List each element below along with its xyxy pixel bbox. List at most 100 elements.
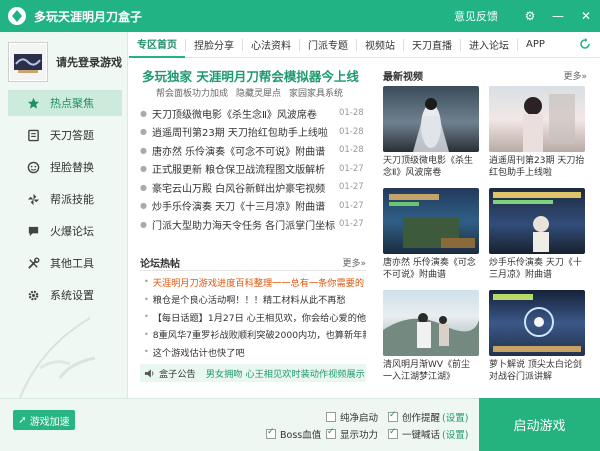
sidebar: 请先登录游戏 热点聚焦 天刀答题 捏脸替换 帮派技能 火爆论坛 其他工具 系统设… [0,32,128,398]
chat-bubble-icon [26,224,40,238]
create-remind-settings-link[interactable]: (设置) [442,410,468,424]
sidebar-item-system-settings[interactable]: 系统设置 [8,282,122,308]
news-item[interactable]: ● 正式服更新 粮仓保卫战流程图文版解析 01-27 [140,160,366,179]
notice-label: 盒子公告 [159,369,196,380]
profile[interactable]: 请先登录游戏 [8,40,124,84]
book-icon [26,128,40,142]
sidebar-item-quiz[interactable]: 天刀答题 [8,122,122,148]
subhead-link[interactable]: 隐藏灵犀点 [236,86,281,99]
bullet-icon: ● [140,145,147,155]
bullet-icon: ● [140,127,147,137]
news-item[interactable]: ● 逍遥周刊第23期 天刀抬红包助手上线啦 01-28 [140,123,366,142]
sidebar-item-label: 帮派技能 [50,193,94,206]
face-icon [26,160,40,174]
news-list: ● 天刀顶级微电影《杀生念Ⅱ》风波席卷 01-28 ● 逍遥周刊第23期 天刀抬红包助… [140,104,366,234]
bamboo-decoration [19,317,96,398]
video-thumbnail[interactable] [489,290,585,356]
notice-bar: 盒子公告 男女拥吻 心王相见欢时装动作视频展示 [140,364,366,382]
avatar [8,42,48,82]
pure-start-option[interactable]: 纯净启动 [326,410,378,424]
video-thumbnail[interactable] [489,86,585,152]
refresh-icon[interactable] [578,37,592,51]
subhead-link[interactable]: 家园家具系统 [289,86,343,99]
bullet-icon: ● [140,182,147,192]
show-power-checkbox[interactable] [326,427,336,439]
feedback-link[interactable]: 意见反馈 [454,8,498,24]
one-key-shout-option[interactable]: 一键喊话 (设置) [388,427,468,441]
news-item[interactable]: ● 豪宅云山万殿 白风谷新鲜出炉豪宅视频 01-27 [140,178,366,197]
video-more-link[interactable]: 更多» [563,69,587,82]
sidebar-item-label: 天刀答题 [50,129,94,142]
game-speed-button[interactable]: ➚ 游戏加速 [13,410,75,430]
news-item[interactable]: ● 天刀顶级微电影《杀生念Ⅱ》风波席卷 01-28 [140,104,366,123]
tab-heart-method[interactable]: 心法资料 [243,32,299,58]
forum-item[interactable]: • 这个游戏估计也快了吧 [144,343,366,361]
video-card[interactable]: 炒手乐伶演奏 天刀《十三月凉》附曲谱 [489,188,585,281]
video-thumbnail[interactable] [383,188,479,254]
create-remind-checkbox[interactable] [388,410,398,422]
video-thumbnail[interactable] [383,290,479,356]
tab-home[interactable]: 专区首页 [129,32,185,58]
login-prompt[interactable]: 请先登录游戏 [56,54,122,70]
sidebar-item-guild-skills[interactable]: 帮派技能 [8,186,122,212]
title-bar: 多玩天涯明月刀盒子 意见反馈 ⚙ — ✕ [0,0,600,32]
video-card[interactable]: 清风明月渐WV《前尘一入江湖梦江湖》 [383,290,479,383]
show-power-option[interactable]: 显示功力 [326,427,378,441]
video-thumbnail[interactable] [383,86,479,152]
pure-start-checkbox[interactable] [326,412,336,422]
subhead-link[interactable]: 帮会面板功力加成 [156,86,228,99]
tab-live[interactable]: 天刀直播 [404,32,460,58]
tab-app[interactable]: APP [518,32,553,58]
video-card[interactable]: 唐亦然 乐伶演奏《可念不可说》附曲谱 [383,188,479,281]
bullet-icon: ● [140,201,147,211]
app-title: 多玩天涯明月刀盒子 [34,9,143,24]
bullet-icon: ● [140,108,147,118]
sidebar-item-face-replace[interactable]: 捏脸替换 [8,154,122,180]
forum-header: 论坛热帖 更多» [140,254,366,270]
headline-link[interactable]: 多玩独家 天涯明月刀帮会模拟器今上线 [142,66,368,85]
news-item[interactable]: ● 炒手乐伶演奏 天刀《十三月凉》附曲谱 01-27 [140,197,366,216]
tab-enter-forum[interactable]: 进入论坛 [461,32,517,58]
close-icon[interactable]: ✕ [572,0,600,32]
notice-link[interactable]: 男女拥吻 心王相见欢时装动作视频展示 [206,366,365,380]
sidebar-item-other-tools[interactable]: 其他工具 [8,250,122,276]
forum-more-link[interactable]: 更多» [342,256,366,269]
forum-list: • 天涯明月刀游戏进度百科整理一一总有一条你需要的 • 粮仓是个良心活动啊！！！精工… [144,273,366,361]
forum-item[interactable]: • 【每日话题】1月27日 心王相见欢，你会给心爱的他/她 [144,308,366,326]
tab-sect-topic[interactable]: 门派专题 [300,32,356,58]
bullet-icon: • [144,347,149,357]
video-card[interactable]: 萝卜解说 顶尖太白论剑对战谷门派讲解 [489,290,585,383]
video-card[interactable]: 天刀顶级微电影《杀生念Ⅱ》风波席卷 [383,86,479,179]
video-thumbnail[interactable] [489,188,585,254]
start-game-button[interactable]: 启动游戏 [479,398,600,451]
video-caption: 唐亦然 乐伶演奏《可念不可说》附曲谱 [383,258,476,280]
forum-item[interactable]: •8重风华7重罗衫战败顺利突破2000内功，也算新年新气象 [144,326,366,344]
tools-icon [26,256,40,270]
video-card[interactable]: 逍遥周刊第23期 天刀抬红包助手上线啦 [489,86,585,179]
tab-face-share[interactable]: 捏脸分享 [186,32,242,58]
one-key-shout-checkbox[interactable] [388,427,398,439]
forum-title: 论坛热帖 [140,258,180,270]
pinwheel-icon [26,192,40,206]
forum-item[interactable]: • 粮仓是个良心活动啊！！！精工材料从此不再愁 [144,291,366,309]
video-caption: 逍遥周刊第23期 天刀抬红包助手上线啦 [489,156,585,178]
one-key-shout-settings-link[interactable]: (设置) [442,427,468,441]
news-item[interactable]: ● 门派大型助力海天令任务 各门派掌门坐标 01-27 [140,215,366,234]
sidebar-item-label: 热点聚焦 [50,97,94,110]
create-remind-option[interactable]: 创作提醒 (设置) [388,410,468,424]
speaker-icon [144,368,156,379]
bullet-icon: ● [140,219,147,229]
sidebar-item-hot-focus[interactable]: 热点聚焦 [8,90,122,116]
settings-gear-icon[interactable]: ⚙ [516,0,544,32]
tab-bar: 专区首页 捏脸分享 心法资料 门派专题 视频站 天刀直播 进入论坛 APP [129,32,600,58]
sidebar-item-forum[interactable]: 火爆论坛 [8,218,122,244]
tab-video-site[interactable]: 视频站 [357,32,403,58]
boss-hp-checkbox[interactable] [266,427,276,439]
video-header: 最新视频 更多» [383,68,587,83]
video-caption: 清风明月渐WV《前尘一入江湖梦江湖》 [383,360,471,382]
news-item[interactable]: ● 唐亦然 乐伶演奏《可念不可说》附曲谱 01-28 [140,141,366,160]
minimize-icon[interactable]: — [544,0,572,32]
boss-hp-option[interactable]: Boss血值 [266,427,321,441]
star-icon [26,96,40,110]
forum-item[interactable]: • 天涯明月刀游戏进度百科整理一一总有一条你需要的 [144,273,366,291]
